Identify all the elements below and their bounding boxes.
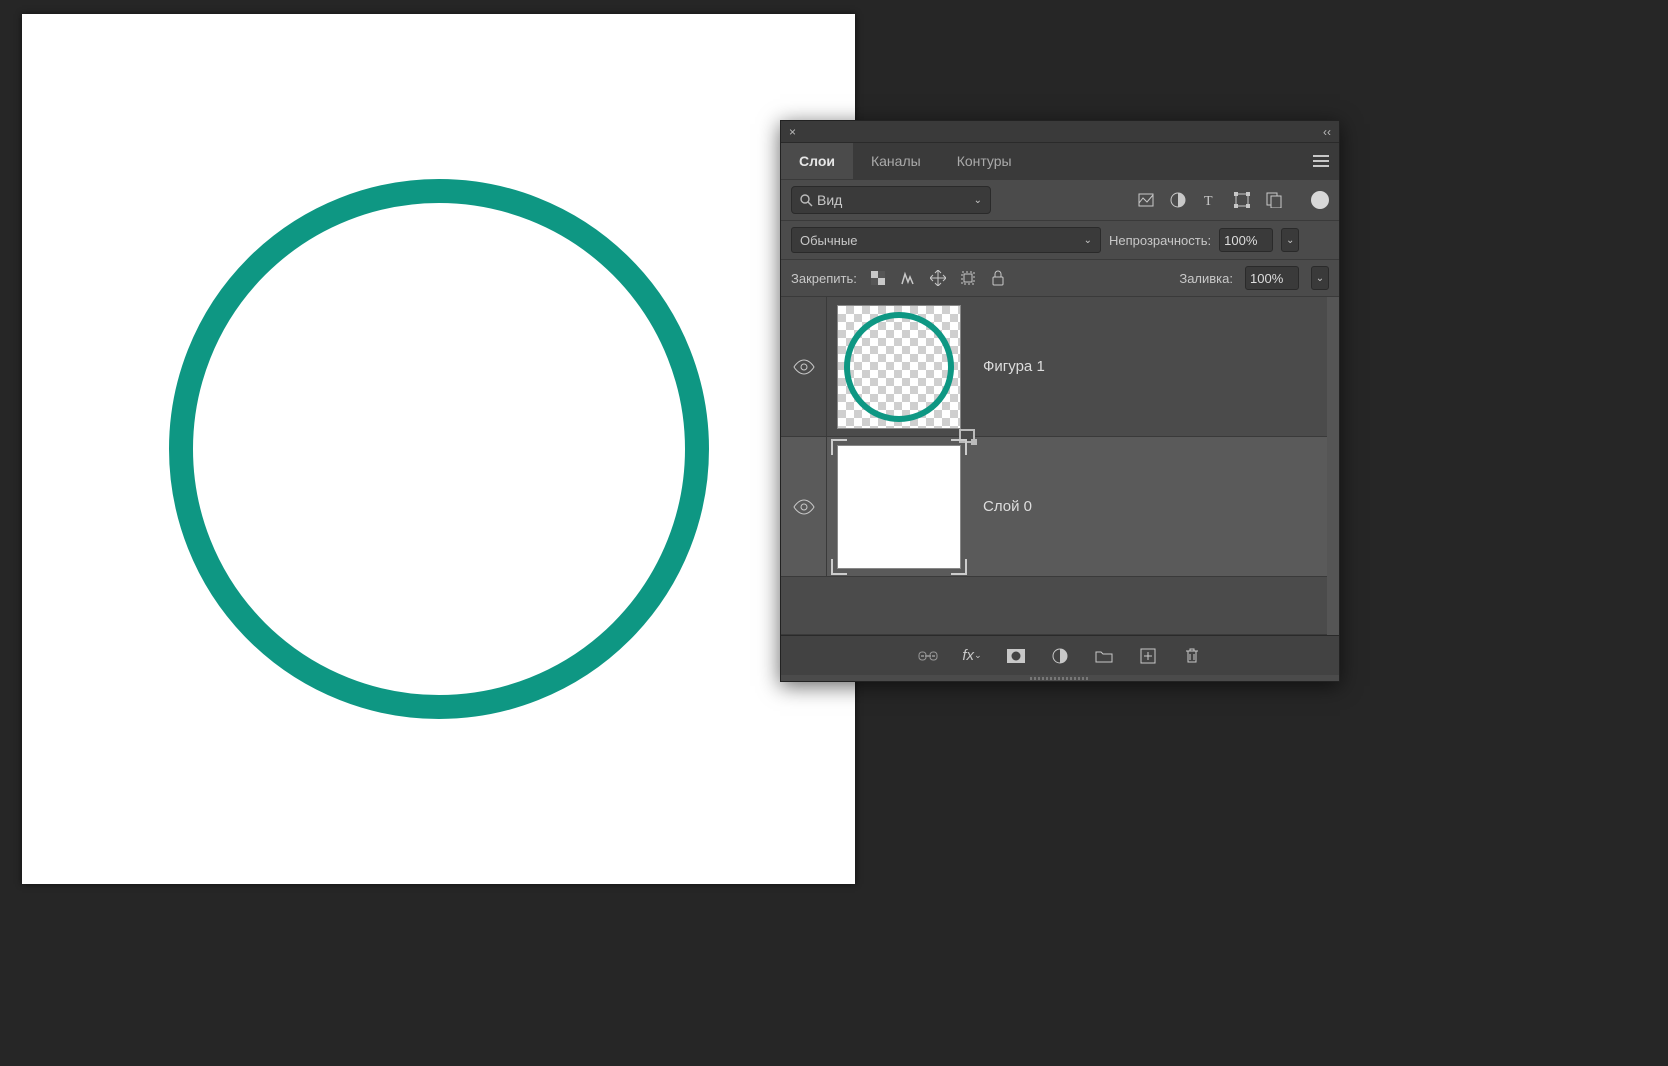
canvas-document[interactable]	[22, 14, 855, 884]
lock-all-icon[interactable]	[989, 269, 1007, 287]
blend-opacity-bar: Обычные ⌄ Непрозрачность: 100% ⌄	[781, 220, 1339, 259]
layers-panel: × ‹‹ Слои Каналы Контуры Вид ⌄ T Обычные	[780, 120, 1340, 682]
blend-mode-label: Обычные	[800, 233, 857, 248]
panel-titlebar[interactable]: × ‹‹	[781, 121, 1339, 143]
blend-mode-dropdown[interactable]: Обычные ⌄	[791, 227, 1101, 253]
filter-shape-icon[interactable]	[1233, 191, 1251, 209]
layers-empty-area[interactable]	[781, 577, 1339, 635]
new-layer-icon[interactable]	[1137, 645, 1159, 667]
fill-input[interactable]: 100%	[1245, 266, 1299, 290]
filter-type-icon[interactable]: T	[1201, 191, 1219, 209]
lock-fill-bar: Закрепить: Заливка: 100% ⌄	[781, 259, 1339, 296]
visibility-toggle-icon[interactable]	[793, 499, 815, 515]
fill-label: Заливка:	[1179, 271, 1233, 286]
new-group-icon[interactable]	[1093, 645, 1115, 667]
tab-layers[interactable]: Слои	[781, 143, 853, 179]
lock-image-icon[interactable]	[899, 269, 917, 287]
lock-position-icon[interactable]	[929, 269, 947, 287]
layer-effects-icon[interactable]: fx⌄	[961, 645, 983, 667]
filter-adjustment-icon[interactable]	[1169, 191, 1187, 209]
layers-list: Фигура 1 Слой 0	[781, 296, 1339, 635]
fill-spinner[interactable]: ⌄	[1311, 266, 1329, 290]
panel-footer: fx⌄	[781, 635, 1339, 675]
layers-scrollbar[interactable]	[1327, 297, 1339, 635]
panel-tabs: Слои Каналы Контуры	[781, 143, 1339, 179]
lock-label: Закрепить:	[791, 271, 857, 286]
layer-thumbnail[interactable]	[833, 441, 965, 573]
layer-search-dropdown[interactable]: Вид ⌄	[791, 186, 991, 214]
layer-thumbnail[interactable]	[833, 301, 965, 433]
add-adjustment-icon[interactable]	[1049, 645, 1071, 667]
search-icon	[800, 194, 813, 207]
filter-smartobject-icon[interactable]	[1265, 191, 1283, 209]
chevron-down-icon: ⌄	[1078, 235, 1092, 246]
selection-corner-icon	[831, 559, 847, 575]
selection-corner-icon	[951, 559, 967, 575]
opacity-spinner[interactable]: ⌄	[1281, 228, 1299, 252]
layer-row[interactable]: Фигура 1	[781, 297, 1339, 437]
filter-icons: T	[1137, 191, 1329, 209]
selection-corner-icon	[831, 439, 847, 455]
link-layers-icon[interactable]	[917, 645, 939, 667]
panel-menu-icon[interactable]	[1303, 155, 1339, 167]
search-label: Вид	[817, 192, 842, 208]
lock-artboard-icon[interactable]	[959, 269, 977, 287]
filter-toggle[interactable]	[1311, 191, 1329, 209]
shape-circle[interactable]	[169, 179, 709, 719]
opacity-input[interactable]: 100%	[1219, 228, 1273, 252]
delete-layer-icon[interactable]	[1181, 645, 1203, 667]
chevron-down-icon: ⌄	[974, 195, 982, 206]
opacity-label: Непрозрачность:	[1109, 233, 1211, 248]
svg-text:T: T	[1204, 194, 1213, 207]
layer-name[interactable]: Слой 0	[971, 498, 1339, 515]
visibility-toggle-icon[interactable]	[793, 359, 815, 375]
layer-row[interactable]: Слой 0	[781, 437, 1339, 577]
tab-channels[interactable]: Каналы	[853, 143, 939, 179]
selection-corner-icon	[951, 439, 967, 455]
layer-name[interactable]: Фигура 1	[971, 358, 1339, 375]
close-icon[interactable]: ×	[789, 125, 796, 139]
tab-paths[interactable]: Контуры	[939, 143, 1030, 179]
add-mask-icon[interactable]	[1005, 645, 1027, 667]
filter-pixel-icon[interactable]	[1137, 191, 1155, 209]
filter-bar: Вид ⌄ T	[781, 179, 1339, 220]
panel-resize-grip[interactable]	[781, 675, 1339, 681]
collapse-icon[interactable]: ‹‹	[1323, 125, 1331, 139]
lock-transparency-icon[interactable]	[869, 269, 887, 287]
